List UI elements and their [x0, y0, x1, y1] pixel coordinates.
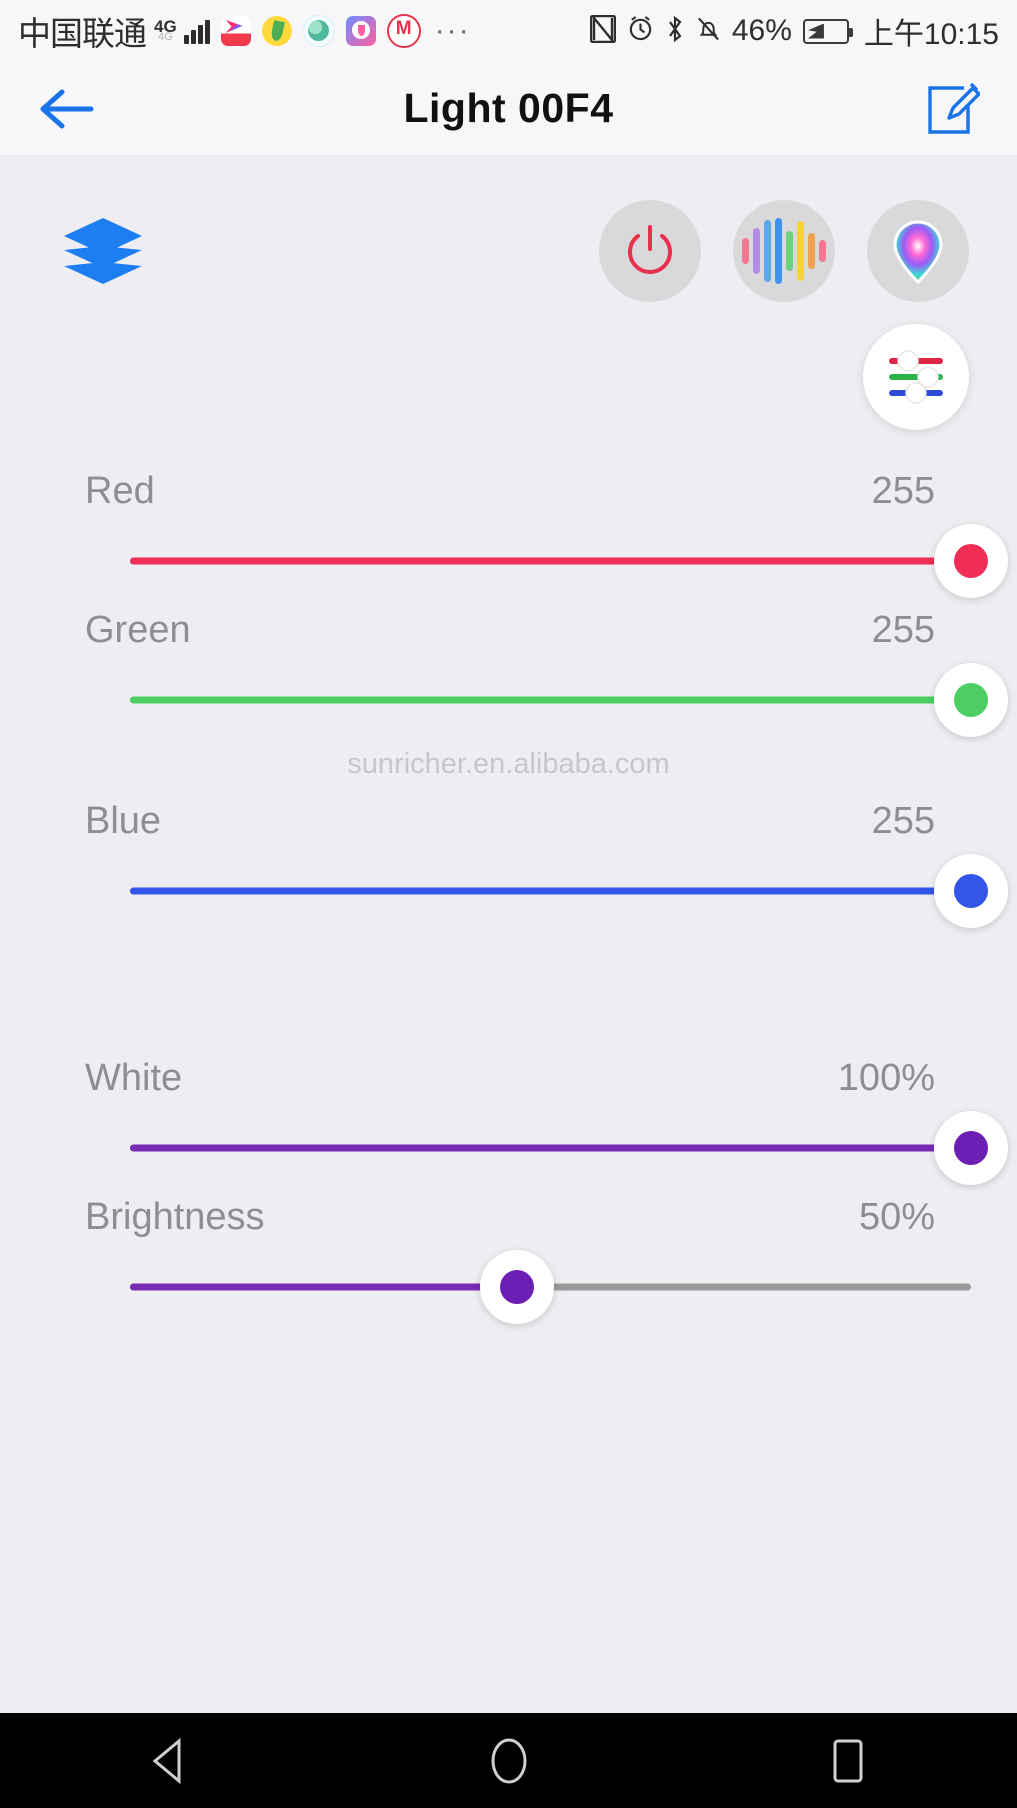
slider-value-blue: 255: [871, 800, 935, 842]
alarm-icon: [627, 15, 654, 47]
music-app-icon: [345, 16, 376, 46]
status-bar-right: 46% 上午10:15: [589, 9, 999, 53]
slider-row-blue: Blue 255: [0, 800, 1017, 939]
triangle-back-icon: [152, 1737, 180, 1784]
slider-head-red: Red 255: [0, 470, 1017, 513]
slider-label-blue: Blue: [85, 800, 162, 842]
slider-track-brightness[interactable]: [130, 1239, 971, 1335]
power-icon: [628, 225, 672, 274]
slider-track-white[interactable]: [130, 1100, 1008, 1196]
power-button[interactable]: [599, 200, 701, 302]
edit-icon: [928, 82, 980, 134]
overflow-icon: ···: [434, 14, 471, 47]
status-bar-left: 中国联通 4G4G ···: [18, 7, 471, 55]
slider-value-red: 255: [871, 470, 935, 512]
clock-label: 上午10:15: [863, 18, 999, 51]
circle-home-icon: [491, 1738, 526, 1783]
network-type-label: 4G 4G: [154, 17, 177, 44]
nav-home[interactable]: [444, 1713, 574, 1808]
slider-value-green: 255: [871, 609, 935, 651]
slider-track-red[interactable]: [130, 513, 1008, 609]
slider-label-white: White: [85, 1057, 183, 1099]
music-mode-button[interactable]: [733, 200, 835, 302]
system-nav-bar: [0, 1713, 1017, 1808]
battery-icon: [802, 18, 853, 44]
slider-list: Red 255 Green 255 sunricher.en.alibaba.c…: [0, 470, 1017, 1335]
back-arrow-icon: [40, 89, 94, 128]
layers-icon[interactable]: [60, 216, 146, 286]
sliders-icon: [889, 350, 943, 404]
slider-label-brightness: Brightness: [85, 1196, 265, 1238]
status-bar: 中国联通 4G4G ··· 46% 上午10:15: [0, 0, 1017, 62]
bluetooth-icon: [665, 15, 685, 48]
slider-head-green: Green 255: [0, 609, 1017, 652]
slider-value-white: 100%: [837, 1057, 935, 1099]
rgb-sliders-toggle-row: [0, 302, 1017, 430]
nav-recents[interactable]: [783, 1713, 913, 1808]
slider-thumb-white[interactable]: [934, 1111, 1008, 1185]
top-controls-row: [0, 156, 1017, 302]
browser-icon: [302, 15, 335, 47]
watermark-label: sunricher.en.alibaba.com: [347, 748, 670, 780]
slider-row-white: White 100%: [0, 1057, 1017, 1196]
slider-head-blue: Blue 255: [0, 800, 1017, 843]
slider-value-brightness: 50%: [858, 1196, 935, 1238]
battery-percent-label: 46%: [731, 14, 792, 47]
equalizer-icon: [742, 218, 826, 284]
slider-label-green: Green: [85, 609, 191, 651]
page-title: Light 00F4: [403, 85, 614, 131]
qq-music-icon: [261, 16, 292, 46]
rgb-sliders-toggle[interactable]: [863, 324, 969, 430]
meituan-icon: [386, 14, 421, 48]
app-bar: Light 00F4: [0, 62, 1017, 156]
color-drop-icon: [893, 220, 943, 284]
slider-row-brightness: Brightness 50%: [0, 1196, 1017, 1335]
slider-track-green[interactable]: [130, 652, 1008, 748]
nav-back[interactable]: [105, 1713, 235, 1808]
square-recents-icon: [833, 1739, 862, 1782]
slider-track-blue[interactable]: [130, 843, 1008, 939]
color-picker-button[interactable]: [867, 200, 969, 302]
slider-thumb-blue[interactable]: [934, 854, 1008, 928]
main-content: Red 255 Green 255 sunricher.en.alibaba.c…: [0, 156, 1017, 1712]
slider-thumb-brightness[interactable]: [479, 1250, 554, 1324]
signal-bars-icon: [183, 18, 210, 44]
back-button[interactable]: [30, 74, 100, 144]
slider-thumb-green[interactable]: [934, 663, 1008, 737]
edit-button[interactable]: [917, 74, 987, 144]
slider-head-white: White 100%: [0, 1057, 1017, 1100]
slider-row-green: Green 255: [0, 609, 1017, 748]
bell-off-icon: [696, 15, 721, 48]
slider-head-brightness: Brightness 50%: [0, 1196, 1017, 1239]
kuaishou-icon: [220, 16, 251, 46]
carrier-label: 中国联通: [18, 15, 147, 52]
slider-label-red: Red: [85, 470, 155, 512]
nfc-icon: [589, 14, 617, 48]
mode-buttons: [599, 200, 969, 302]
slider-thumb-red[interactable]: [934, 524, 1008, 598]
slider-row-red: Red 255: [0, 470, 1017, 609]
